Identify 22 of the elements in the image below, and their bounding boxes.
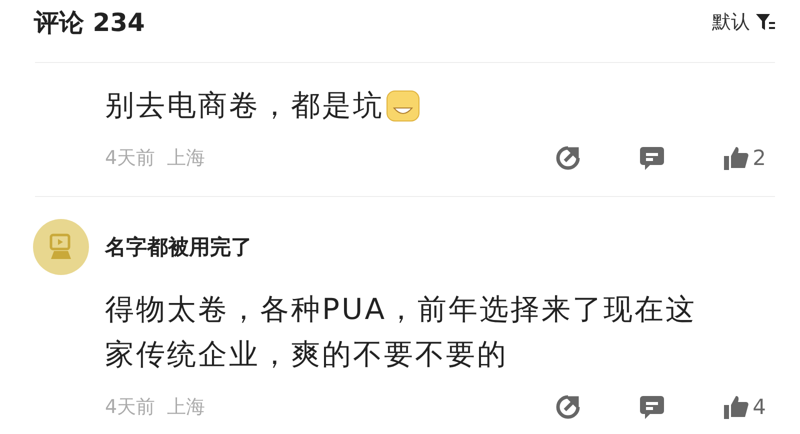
comment-location: 上海: [167, 395, 206, 420]
username[interactable]: 名字都被用完了: [105, 233, 252, 261]
comment-location: 上海: [167, 146, 206, 171]
share-button[interactable]: [554, 394, 581, 420]
comment-time: 4天前: [105, 146, 156, 171]
like-button[interactable]: 2: [722, 145, 766, 171]
comments-title: 评论 234: [34, 6, 145, 38]
comment-time: 4天前: [105, 395, 156, 420]
sort-button[interactable]: 默认: [712, 9, 776, 35]
filter-icon: [756, 13, 776, 31]
like-button[interactable]: 4: [722, 394, 766, 420]
share-icon: [554, 394, 581, 420]
thumbs-up-icon: [722, 394, 749, 420]
comment-icon: [638, 394, 665, 420]
comment-icon: [638, 145, 665, 171]
share-button[interactable]: [554, 145, 581, 171]
comment-text: 别去电商卷，都是坑: [105, 87, 384, 124]
reply-button[interactable]: [638, 145, 665, 171]
reply-button[interactable]: [638, 394, 665, 420]
thumbs-up-icon: [722, 145, 749, 171]
comment-text: 得物太卷，各种PUA，前年选择来了现在这家传统企业，爽的不要不要的: [105, 291, 698, 373]
share-icon: [554, 145, 581, 171]
